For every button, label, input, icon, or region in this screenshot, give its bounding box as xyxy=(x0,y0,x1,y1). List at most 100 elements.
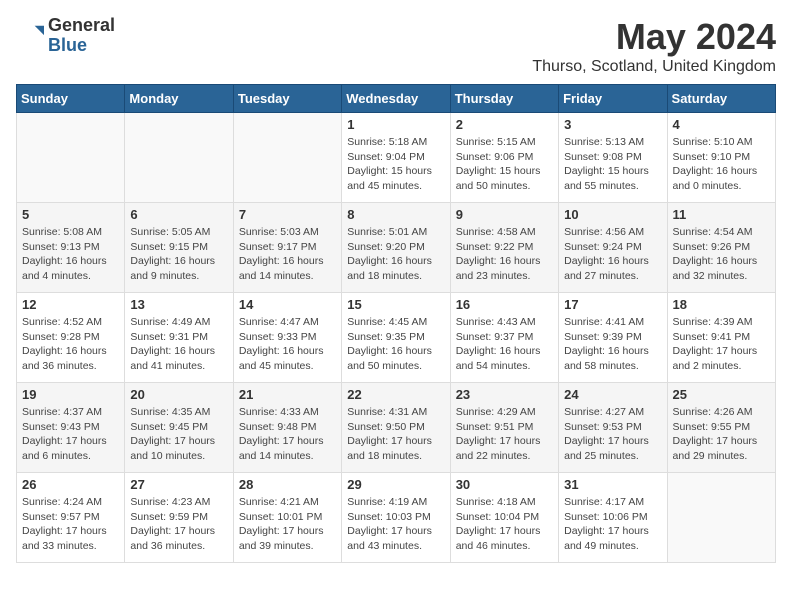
calendar-cell: 9 Sunrise: 4:58 AM Sunset: 9:22 PM Daylig… xyxy=(450,203,558,293)
cell-content: Sunrise: 4:43 AM Sunset: 9:37 PM Dayligh… xyxy=(456,315,553,374)
calendar-cell: 26 Sunrise: 4:24 AM Sunset: 9:57 PM Dayli… xyxy=(17,473,125,563)
day-number: 30 xyxy=(456,477,553,492)
header-day-sunday: Sunday xyxy=(17,85,125,113)
calendar-cell: 24Sunrise: 4:27 AM Sunset: 9:53 PM Dayli… xyxy=(559,383,667,473)
cell-content: Sunrise: 4:45 AM Sunset: 9:35 PM Dayligh… xyxy=(347,315,444,374)
calendar-cell: 4 Sunrise: 5:10 AM Sunset: 9:10 PM Daylig… xyxy=(667,113,775,203)
calendar-cell xyxy=(233,113,341,203)
day-number: 4 xyxy=(673,117,770,132)
day-number: 12 xyxy=(22,297,119,312)
calendar-cell: 23Sunrise: 4:29 AM Sunset: 9:51 PM Dayli… xyxy=(450,383,558,473)
calendar-cell: 8 Sunrise: 5:01 AM Sunset: 9:20 PM Daylig… xyxy=(342,203,450,293)
logo: General Blue xyxy=(16,16,115,56)
day-number: 24 xyxy=(564,387,661,402)
header-day-tuesday: Tuesday xyxy=(233,85,341,113)
cell-content: Sunrise: 4:26 AM Sunset: 9:55 PM Dayligh… xyxy=(673,405,770,464)
day-number: 7 xyxy=(239,207,336,222)
cell-content: Sunrise: 4:49 AM Sunset: 9:31 PM Dayligh… xyxy=(130,315,227,374)
cell-content: Sunrise: 5:15 AM Sunset: 9:06 PM Dayligh… xyxy=(456,135,553,194)
header-day-friday: Friday xyxy=(559,85,667,113)
calendar-cell: 6Sunrise: 5:05 AM Sunset: 9:15 PM Daylig… xyxy=(125,203,233,293)
day-number: 29 xyxy=(347,477,444,492)
day-number: 9 xyxy=(456,207,553,222)
location: Thurso, Scotland, United Kingdom xyxy=(532,58,776,76)
cell-content: Sunrise: 5:08 AM Sunset: 9:13 PM Dayligh… xyxy=(22,225,119,284)
day-number: 8 xyxy=(347,207,444,222)
calendar-cell xyxy=(667,473,775,563)
calendar-cell: 17 Sunrise: 4:41 AM Sunset: 9:39 PM Dayli… xyxy=(559,293,667,383)
day-number: 27 xyxy=(130,477,227,492)
cell-content: Sunrise: 5:10 AM Sunset: 9:10 PM Dayligh… xyxy=(673,135,770,194)
cell-content: Sunrise: 4:17 AM Sunset: 10:06 PM Daylig… xyxy=(564,495,661,554)
day-number: 13 xyxy=(130,297,227,312)
calendar-cell: 30 Sunrise: 4:18 AM Sunset: 10:04 PM Dayl… xyxy=(450,473,558,563)
calendar-cell: 19Sunrise: 4:37 AM Sunset: 9:43 PM Dayli… xyxy=(17,383,125,473)
day-number: 14 xyxy=(239,297,336,312)
day-number: 1 xyxy=(347,117,444,132)
calendar-body: 1 Sunrise: 5:18 AM Sunset: 9:04 PM Daylig… xyxy=(17,113,776,563)
cell-content: Sunrise: 5:01 AM Sunset: 9:20 PM Dayligh… xyxy=(347,225,444,284)
title-section: May 2024 Thurso, Scotland, United Kingdo… xyxy=(532,16,776,76)
week-row-5: 26 Sunrise: 4:24 AM Sunset: 9:57 PM Dayli… xyxy=(17,473,776,563)
cell-content: Sunrise: 4:41 AM Sunset: 9:39 PM Dayligh… xyxy=(564,315,661,374)
cell-content: Sunrise: 4:47 AM Sunset: 9:33 PM Dayligh… xyxy=(239,315,336,374)
calendar-cell: 16 Sunrise: 4:43 AM Sunset: 9:37 PM Dayli… xyxy=(450,293,558,383)
day-number: 22 xyxy=(347,387,444,402)
cell-content: Sunrise: 4:19 AM Sunset: 10:03 PM Daylig… xyxy=(347,495,444,554)
calendar-cell: 22Sunrise: 4:31 AM Sunset: 9:50 PM Dayli… xyxy=(342,383,450,473)
calendar-header: SundayMondayTuesdayWednesdayThursdayFrid… xyxy=(17,85,776,113)
cell-content: Sunrise: 5:03 AM Sunset: 9:17 PM Dayligh… xyxy=(239,225,336,284)
cell-content: Sunrise: 4:24 AM Sunset: 9:57 PM Dayligh… xyxy=(22,495,119,554)
calendar-cell: 11Sunrise: 4:54 AM Sunset: 9:26 PM Dayli… xyxy=(667,203,775,293)
cell-content: Sunrise: 5:18 AM Sunset: 9:04 PM Dayligh… xyxy=(347,135,444,194)
day-number: 10 xyxy=(564,207,661,222)
logo-icon xyxy=(16,22,44,50)
calendar-cell: 13 Sunrise: 4:49 AM Sunset: 9:31 PM Dayli… xyxy=(125,293,233,383)
cell-content: Sunrise: 4:58 AM Sunset: 9:22 PM Dayligh… xyxy=(456,225,553,284)
day-number: 2 xyxy=(456,117,553,132)
calendar-cell: 3Sunrise: 5:13 AM Sunset: 9:08 PM Daylig… xyxy=(559,113,667,203)
calendar-cell: 1 Sunrise: 5:18 AM Sunset: 9:04 PM Daylig… xyxy=(342,113,450,203)
logo-general: General xyxy=(48,16,115,36)
calendar-cell xyxy=(125,113,233,203)
day-number: 18 xyxy=(673,297,770,312)
cell-content: Sunrise: 4:54 AM Sunset: 9:26 PM Dayligh… xyxy=(673,225,770,284)
calendar-cell: 28 Sunrise: 4:21 AM Sunset: 10:01 PM Dayl… xyxy=(233,473,341,563)
day-number: 20 xyxy=(130,387,227,402)
day-number: 28 xyxy=(239,477,336,492)
day-number: 25 xyxy=(673,387,770,402)
calendar-cell xyxy=(17,113,125,203)
cell-content: Sunrise: 4:29 AM Sunset: 9:51 PM Dayligh… xyxy=(456,405,553,464)
day-number: 5 xyxy=(22,207,119,222)
cell-content: Sunrise: 4:35 AM Sunset: 9:45 PM Dayligh… xyxy=(130,405,227,464)
logo-text: General Blue xyxy=(48,16,115,56)
calendar-cell: 29 Sunrise: 4:19 AM Sunset: 10:03 PM Dayl… xyxy=(342,473,450,563)
day-number: 31 xyxy=(564,477,661,492)
page-header: General Blue May 2024 Thurso, Scotland, … xyxy=(16,16,776,76)
week-row-2: 5 Sunrise: 5:08 AM Sunset: 9:13 PM Daylig… xyxy=(17,203,776,293)
day-number: 26 xyxy=(22,477,119,492)
day-number: 21 xyxy=(239,387,336,402)
calendar-cell: 5 Sunrise: 5:08 AM Sunset: 9:13 PM Daylig… xyxy=(17,203,125,293)
calendar-cell: 18Sunrise: 4:39 AM Sunset: 9:41 PM Dayli… xyxy=(667,293,775,383)
day-number: 3 xyxy=(564,117,661,132)
calendar-cell: 7 Sunrise: 5:03 AM Sunset: 9:17 PM Daylig… xyxy=(233,203,341,293)
calendar-cell: 31 Sunrise: 4:17 AM Sunset: 10:06 PM Dayl… xyxy=(559,473,667,563)
header-day-monday: Monday xyxy=(125,85,233,113)
calendar-cell: 14 Sunrise: 4:47 AM Sunset: 9:33 PM Dayli… xyxy=(233,293,341,383)
day-number: 17 xyxy=(564,297,661,312)
cell-content: Sunrise: 4:33 AM Sunset: 9:48 PM Dayligh… xyxy=(239,405,336,464)
calendar-cell: 25 Sunrise: 4:26 AM Sunset: 9:55 PM Dayli… xyxy=(667,383,775,473)
cell-content: Sunrise: 4:56 AM Sunset: 9:24 PM Dayligh… xyxy=(564,225,661,284)
day-number: 19 xyxy=(22,387,119,402)
cell-content: Sunrise: 5:05 AM Sunset: 9:15 PM Dayligh… xyxy=(130,225,227,284)
calendar-cell: 15Sunrise: 4:45 AM Sunset: 9:35 PM Dayli… xyxy=(342,293,450,383)
header-day-wednesday: Wednesday xyxy=(342,85,450,113)
cell-content: Sunrise: 4:18 AM Sunset: 10:04 PM Daylig… xyxy=(456,495,553,554)
cell-content: Sunrise: 4:21 AM Sunset: 10:01 PM Daylig… xyxy=(239,495,336,554)
day-number: 16 xyxy=(456,297,553,312)
header-day-saturday: Saturday xyxy=(667,85,775,113)
month-title: May 2024 xyxy=(532,16,776,58)
week-row-3: 12Sunrise: 4:52 AM Sunset: 9:28 PM Dayli… xyxy=(17,293,776,383)
calendar-table: SundayMondayTuesdayWednesdayThursdayFrid… xyxy=(16,84,776,563)
